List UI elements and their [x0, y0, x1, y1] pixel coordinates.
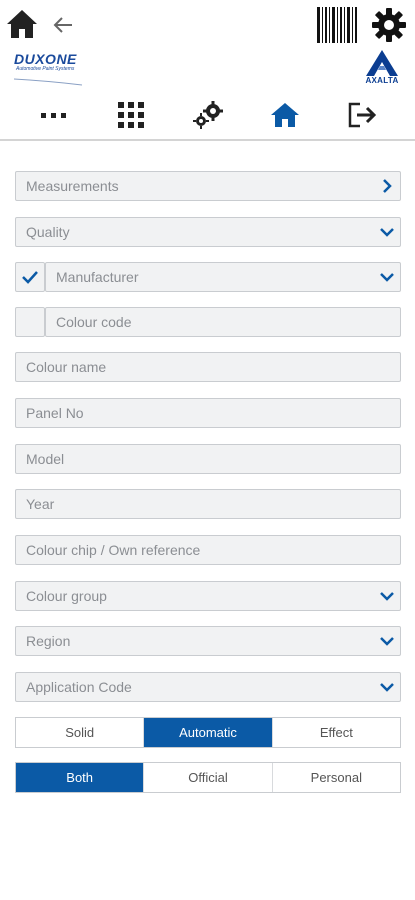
colour-group-label: Colour group: [26, 588, 107, 604]
chevron-down-icon: [374, 673, 400, 701]
source-option-personal[interactable]: Personal: [273, 763, 400, 792]
chevron-right-icon: [374, 172, 400, 200]
model-input[interactable]: Model: [15, 444, 401, 474]
grid-icon[interactable]: [114, 98, 148, 132]
more-dots-icon[interactable]: [36, 100, 72, 130]
manufacturer-checkbox[interactable]: [15, 262, 45, 292]
source-option-both[interactable]: Both: [16, 763, 145, 792]
source-toggle: Both Official Personal: [15, 762, 401, 793]
finish-option-solid[interactable]: Solid: [16, 718, 145, 747]
nav-home-icon[interactable]: [266, 98, 304, 132]
source-option-official[interactable]: Official: [144, 763, 273, 792]
duxone-logo-tagline: Automotive Paint Systems: [16, 66, 75, 72]
colour-chip-placeholder: Colour chip / Own reference: [26, 542, 201, 558]
gear-icon[interactable]: [370, 6, 408, 44]
application-code-select[interactable]: Application Code: [15, 672, 401, 702]
application-code-label: Application Code: [26, 679, 132, 695]
finish-option-effect[interactable]: Effect: [273, 718, 400, 747]
nav-divider: [0, 139, 415, 141]
panel-no-placeholder: Panel No: [26, 405, 84, 421]
measurements-label: Measurements: [26, 178, 119, 194]
colour-name-placeholder: Colour name: [26, 359, 107, 375]
model-placeholder: Model: [26, 451, 65, 467]
chevron-down-icon: [374, 218, 400, 246]
region-select[interactable]: Region: [15, 626, 401, 656]
logout-icon[interactable]: [344, 98, 380, 132]
finish-toggle: Solid Automatic Effect: [15, 717, 401, 748]
year-placeholder: Year: [26, 496, 55, 512]
gears-icon[interactable]: [190, 98, 226, 132]
axalta-logo: AXALTA: [358, 48, 406, 88]
duxone-logo-text: DUXONE: [14, 51, 77, 67]
quality-select[interactable]: Quality: [15, 217, 401, 247]
quality-label: Quality: [26, 224, 70, 240]
home-icon[interactable]: [4, 6, 40, 42]
colour-group-select[interactable]: Colour group: [15, 581, 401, 611]
chevron-down-icon: [374, 627, 400, 655]
axalta-logo-text: AXALTA: [365, 76, 399, 85]
region-label: Region: [26, 633, 71, 649]
finish-option-automatic[interactable]: Automatic: [144, 718, 273, 747]
chevron-down-icon: [374, 582, 400, 610]
arrow-left-icon[interactable]: [50, 12, 76, 38]
logo-swoosh: [14, 78, 83, 86]
colour-chip-input[interactable]: Colour chip / Own reference: [15, 535, 401, 565]
colour-code-placeholder: Colour code: [56, 314, 132, 330]
colour-name-input[interactable]: Colour name: [15, 352, 401, 382]
top-bar: DUXONE Automotive Paint Systems AXALTA: [0, 0, 415, 140]
check-icon: [22, 271, 38, 284]
duxone-logo: DUXONE Automotive Paint Systems: [14, 52, 92, 88]
chevron-down-icon: [374, 263, 400, 291]
colour-code-checkbox[interactable]: [15, 307, 45, 337]
panel-no-input[interactable]: Panel No: [15, 398, 401, 428]
manufacturer-label: Manufacturer: [56, 269, 139, 285]
barcode-icon[interactable]: [314, 6, 360, 44]
measurements-field[interactable]: Measurements: [15, 171, 401, 201]
colour-code-input[interactable]: Colour code: [45, 307, 401, 337]
manufacturer-select[interactable]: Manufacturer: [45, 262, 401, 292]
year-input[interactable]: Year: [15, 489, 401, 519]
